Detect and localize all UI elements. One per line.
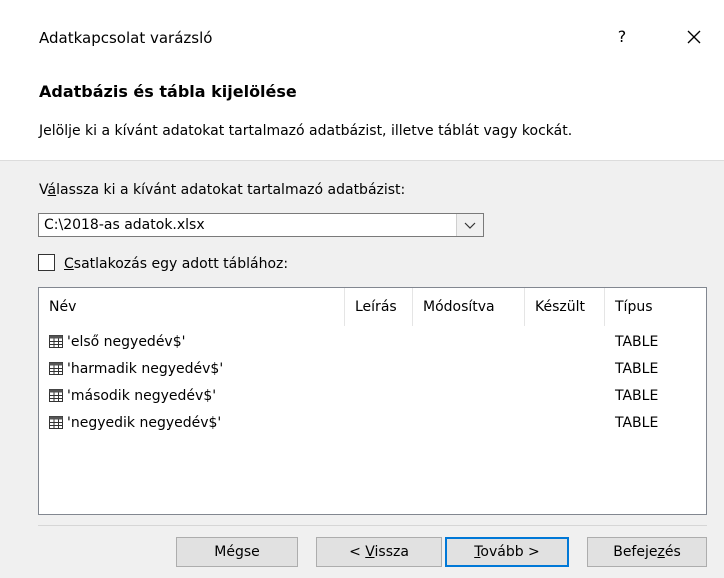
connect-to-table-label-rest: satlakozás egy adott táblához: <box>73 256 289 272</box>
table-row-name: 'második negyedév$' <box>49 388 216 404</box>
table-icon <box>49 389 63 402</box>
column-header-modified[interactable]: Módosítva <box>413 288 525 326</box>
table-row-type: TABLE <box>615 388 659 404</box>
table-row-type: TABLE <box>615 361 659 377</box>
database-label-pre: V <box>39 182 48 198</box>
table-icon <box>49 335 63 348</box>
back-button-pre: < <box>349 544 366 560</box>
database-select[interactable]: C:\2018-as adatok.xlsx <box>38 213 484 237</box>
finish-button-post: és <box>664 544 681 560</box>
column-header-type[interactable]: Típus <box>605 288 706 326</box>
table-row-name-text: 'negyedik negyedév$' <box>67 415 222 431</box>
back-button-post: issza <box>374 544 409 560</box>
page-description: Jelölje ki a kívánt adatokat tartalmazó … <box>39 123 573 139</box>
database-label-post: lassza ki a kívánt adatokat tartalmazó a… <box>56 182 406 198</box>
finish-button-pre: Befeje <box>613 544 658 560</box>
table-row[interactable]: 'második negyedév$' TABLE <box>39 385 706 407</box>
database-label-accesskey: á <box>47 182 57 198</box>
column-header-name[interactable]: Név <box>39 288 345 326</box>
table-row[interactable]: 'negyedik negyedév$' TABLE <box>39 412 706 434</box>
finish-button[interactable]: Befejezés <box>587 537 707 567</box>
table-row-name-text: 'második negyedév$' <box>67 388 217 404</box>
close-icon <box>687 30 701 44</box>
connect-to-table-accesskey: C <box>64 256 74 272</box>
table-row[interactable]: 'első negyedév$' TABLE <box>39 331 706 353</box>
help-button[interactable]: ? <box>610 24 634 50</box>
back-button[interactable]: < Vissza <box>316 537 442 567</box>
window-title: Adatkapcsolat varázsló <box>39 29 213 47</box>
table-row-name-text: 'harmadik negyedév$' <box>67 361 224 377</box>
table-row-name-text: 'első negyedév$' <box>67 334 186 350</box>
next-button-post: ovább > <box>480 544 540 560</box>
table-row-type: TABLE <box>615 415 659 431</box>
connect-to-table-label[interactable]: Csatlakozás egy adott táblához: <box>64 256 288 272</box>
database-label: Válassza ki a kívánt adatokat tartalmazó… <box>39 182 405 198</box>
table-row[interactable]: 'harmadik negyedév$' TABLE <box>39 358 706 380</box>
page-heading: Adatbázis és tábla kijelölése <box>39 82 297 101</box>
table-icon <box>49 362 63 375</box>
dialog-header: Adatkapcsolat varázsló ? Adatbázis és tá… <box>0 0 724 161</box>
next-button[interactable]: Tovább > <box>445 537 569 567</box>
table-row-name: 'negyedik negyedév$' <box>49 415 221 431</box>
column-header-created[interactable]: Készült <box>525 288 605 326</box>
data-connection-wizard-dialog: Adatkapcsolat varázsló ? Adatbázis és tá… <box>0 0 724 578</box>
database-select-value: C:\2018-as adatok.xlsx <box>44 217 205 233</box>
chevron-down-icon <box>464 222 476 229</box>
database-select-dropdown-button[interactable] <box>456 214 483 236</box>
connect-to-table-checkbox[interactable] <box>38 254 55 271</box>
table-row-name: 'harmadik negyedév$' <box>49 361 223 377</box>
footer-divider <box>38 525 707 526</box>
cancel-button[interactable]: Mégse <box>176 537 298 567</box>
column-header-description[interactable]: Leírás <box>345 288 413 326</box>
table-row-name: 'első negyedév$' <box>49 334 185 350</box>
table-icon <box>49 416 63 429</box>
table-row-type: TABLE <box>615 334 659 350</box>
finish-button-accesskey: z <box>657 544 665 560</box>
close-button[interactable] <box>681 24 707 50</box>
back-button-accesskey: V <box>365 544 375 560</box>
table-list[interactable]: Név Leírás Módosítva Készült Típus 'első… <box>38 287 707 515</box>
table-list-header: Név Leírás Módosítva Készült Típus <box>39 288 706 326</box>
